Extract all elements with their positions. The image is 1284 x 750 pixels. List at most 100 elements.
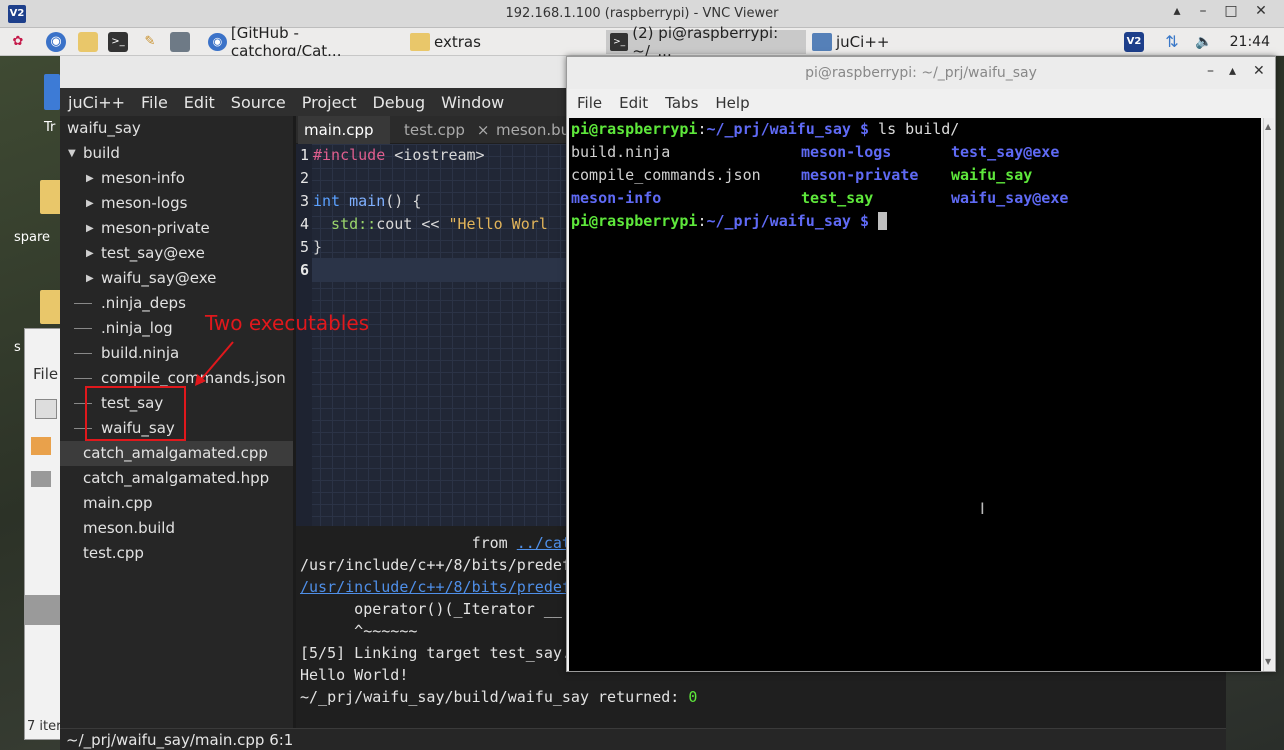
tree-file[interactable]: meson.build <box>60 516 293 541</box>
clock[interactable]: 21:44 <box>1230 34 1270 50</box>
terminal-screen[interactable]: pi@raspberrypi:~/_prj/waifu_say $ ls bui… <box>569 118 1261 671</box>
command: ls build/ <box>869 120 960 138</box>
system-tools-icon[interactable] <box>170 32 190 52</box>
tab-test-cpp[interactable]: test.cpp × <box>392 116 489 144</box>
console-line: from ../catch <box>300 534 589 552</box>
code-token: std:: <box>313 215 377 233</box>
vnc-minimize-icon[interactable]: – <box>1192 3 1214 19</box>
task-extras[interactable]: extras <box>406 30 606 54</box>
tab-label: test.cpp <box>404 121 465 139</box>
tree-folder[interactable]: ▶ meson-info <box>60 166 293 191</box>
current-line-highlight <box>312 258 568 282</box>
task-terminal[interactable]: >_ (2) pi@raspberrypi: ~/_... <box>606 24 806 60</box>
tab-main-cpp[interactable]: main.cpp <box>298 116 390 144</box>
code-token: "Hello Worl <box>448 215 548 233</box>
tree-label: test.cpp <box>83 544 144 562</box>
network-icon[interactable]: ⇅ <box>1162 32 1182 52</box>
minimize-icon[interactable]: – <box>1207 63 1214 79</box>
line-number: 4 <box>300 215 310 233</box>
task-label: extras <box>434 33 481 51</box>
drive-icon[interactable] <box>31 471 51 487</box>
tree-folder[interactable]: ▶ test_say@exe <box>60 241 293 266</box>
task-label: (2) pi@raspberrypi: ~/_... <box>632 24 779 60</box>
vnc-close-icon[interactable]: ✕ <box>1250 3 1272 19</box>
tree-file[interactable]: catch_amalgamated.hpp <box>60 466 293 491</box>
term-menu-file[interactable]: File <box>577 94 602 112</box>
tree-label: waifu_say <box>67 119 141 137</box>
prompt-user: pi@raspberrypi <box>571 212 698 230</box>
tree-root[interactable]: waifu_say <box>60 116 293 141</box>
tree-folder[interactable]: ▶ waifu_say@exe <box>60 266 293 291</box>
menu-edit[interactable]: Edit <box>184 93 215 112</box>
menu-debug[interactable]: Debug <box>372 93 425 112</box>
tree-folder-build[interactable]: ▼ build <box>60 141 293 166</box>
ls-entry-dir: meson-logs <box>801 143 892 161</box>
terminal-scrollbar[interactable]: ▲ ▼ <box>1263 118 1274 671</box>
scroll-down-icon[interactable]: ▼ <box>1265 657 1271 666</box>
menu-file[interactable]: File <box>141 93 168 112</box>
code-editor[interactable]: 1 2 3 4 5 6 #include <iostream> int main… <box>296 144 568 526</box>
fm-menu-file[interactable]: File <box>33 365 58 383</box>
volume-icon[interactable]: 🔈 <box>1194 32 1214 52</box>
code-token: << <box>412 215 449 233</box>
menu-window[interactable]: Window <box>441 93 504 112</box>
collapsed-arrow-icon[interactable]: ▶ <box>86 191 94 216</box>
close-icon[interactable]: ✕ <box>1253 63 1265 79</box>
status-bar: ~/_prj/waifu_say/main.cpp 6:1 <box>60 728 1226 750</box>
tree-folder[interactable]: ▶ meson-private <box>60 216 293 241</box>
prompt-path: ~/_prj/waifu_say $ <box>706 212 870 230</box>
code-line-4: std::cout << "Hello Worl <box>313 215 548 233</box>
term-menu-tabs[interactable]: Tabs <box>665 94 698 112</box>
console-line: ~/_prj/waifu_say/build/waifu_say returne… <box>300 688 697 706</box>
task-juci[interactable]: juCi++ <box>808 30 1008 54</box>
term-menu-edit[interactable]: Edit <box>619 94 648 112</box>
console-link[interactable]: /usr/include/c++/8/bits/predef <box>300 578 571 596</box>
vnc-tray-icon[interactable]: V2 <box>1124 32 1144 52</box>
line-number-gutter: 1 2 3 4 5 6 <box>296 144 312 526</box>
line-number: 2 <box>300 169 310 187</box>
tree-file[interactable]: build.ninja <box>60 341 293 366</box>
tree-label: catch_amalgamated.hpp <box>83 469 270 487</box>
tree-file[interactable]: test.cpp <box>60 541 293 566</box>
collapsed-arrow-icon[interactable]: ▶ <box>86 266 94 291</box>
task-browser[interactable]: ◉ [GitHub - catchorg/Cat... <box>204 24 404 60</box>
tree-line <box>74 353 92 354</box>
menu-source[interactable]: Source <box>231 93 286 112</box>
collapsed-arrow-icon[interactable]: ▶ <box>86 216 94 241</box>
scroll-up-icon[interactable]: ▲ <box>1265 122 1271 131</box>
tree-file-selected[interactable]: catch_amalgamated.cpp <box>60 441 293 466</box>
ls-entry-file: compile_commands.json <box>571 166 761 184</box>
tree-label: meson-logs <box>101 194 188 212</box>
home-icon[interactable] <box>31 437 51 455</box>
file-manager-icon[interactable] <box>78 32 98 52</box>
maximize-icon[interactable]: ▴ <box>1229 63 1236 79</box>
terminal-launcher-icon[interactable]: >_ <box>108 32 128 52</box>
raspberry-menu-icon[interactable]: ✿ <box>8 32 28 52</box>
expanded-arrow-icon[interactable]: ▼ <box>68 141 76 166</box>
collapsed-arrow-icon[interactable]: ▶ <box>86 166 94 191</box>
fm-status: 7 iter <box>27 719 62 734</box>
fm-window-icon[interactable] <box>35 399 57 419</box>
term-menu-help[interactable]: Help <box>715 94 749 112</box>
trash-label: Tr <box>44 120 56 135</box>
tree-folder[interactable]: ▶ meson-logs <box>60 191 293 216</box>
tab-close-icon[interactable]: × <box>477 121 490 139</box>
tab-meson-build[interactable]: meson.bu <box>496 116 570 144</box>
menu-juci[interactable]: juCi++ <box>68 93 125 112</box>
taskbar: ✿ ◉ >_ ✎ ◉ [GitHub - catchorg/Cat... ext… <box>0 24 1284 60</box>
vnc-menu-icon[interactable]: ▴ <box>1166 3 1188 19</box>
vnc-maximize-icon[interactable]: □ <box>1220 3 1242 19</box>
text-editor-icon[interactable]: ✎ <box>140 32 160 52</box>
tree-file[interactable]: main.cpp <box>60 491 293 516</box>
console-line: [5/5] Linking target test_say. <box>300 644 571 662</box>
code-token: <iostream> <box>385 146 485 164</box>
browser-icon[interactable]: ◉ <box>46 32 66 52</box>
editor-tabs: main.cpp test.cpp × meson.bu <box>296 116 570 144</box>
folder-label: spare <box>14 230 51 245</box>
terminal-cursor <box>878 212 888 230</box>
tree-label: build <box>83 144 120 162</box>
ls-entry-dir: waifu_say@exe <box>951 189 1069 207</box>
menu-project[interactable]: Project <box>302 93 357 112</box>
trash-icon[interactable] <box>44 74 60 110</box>
collapsed-arrow-icon[interactable]: ▶ <box>86 241 94 266</box>
